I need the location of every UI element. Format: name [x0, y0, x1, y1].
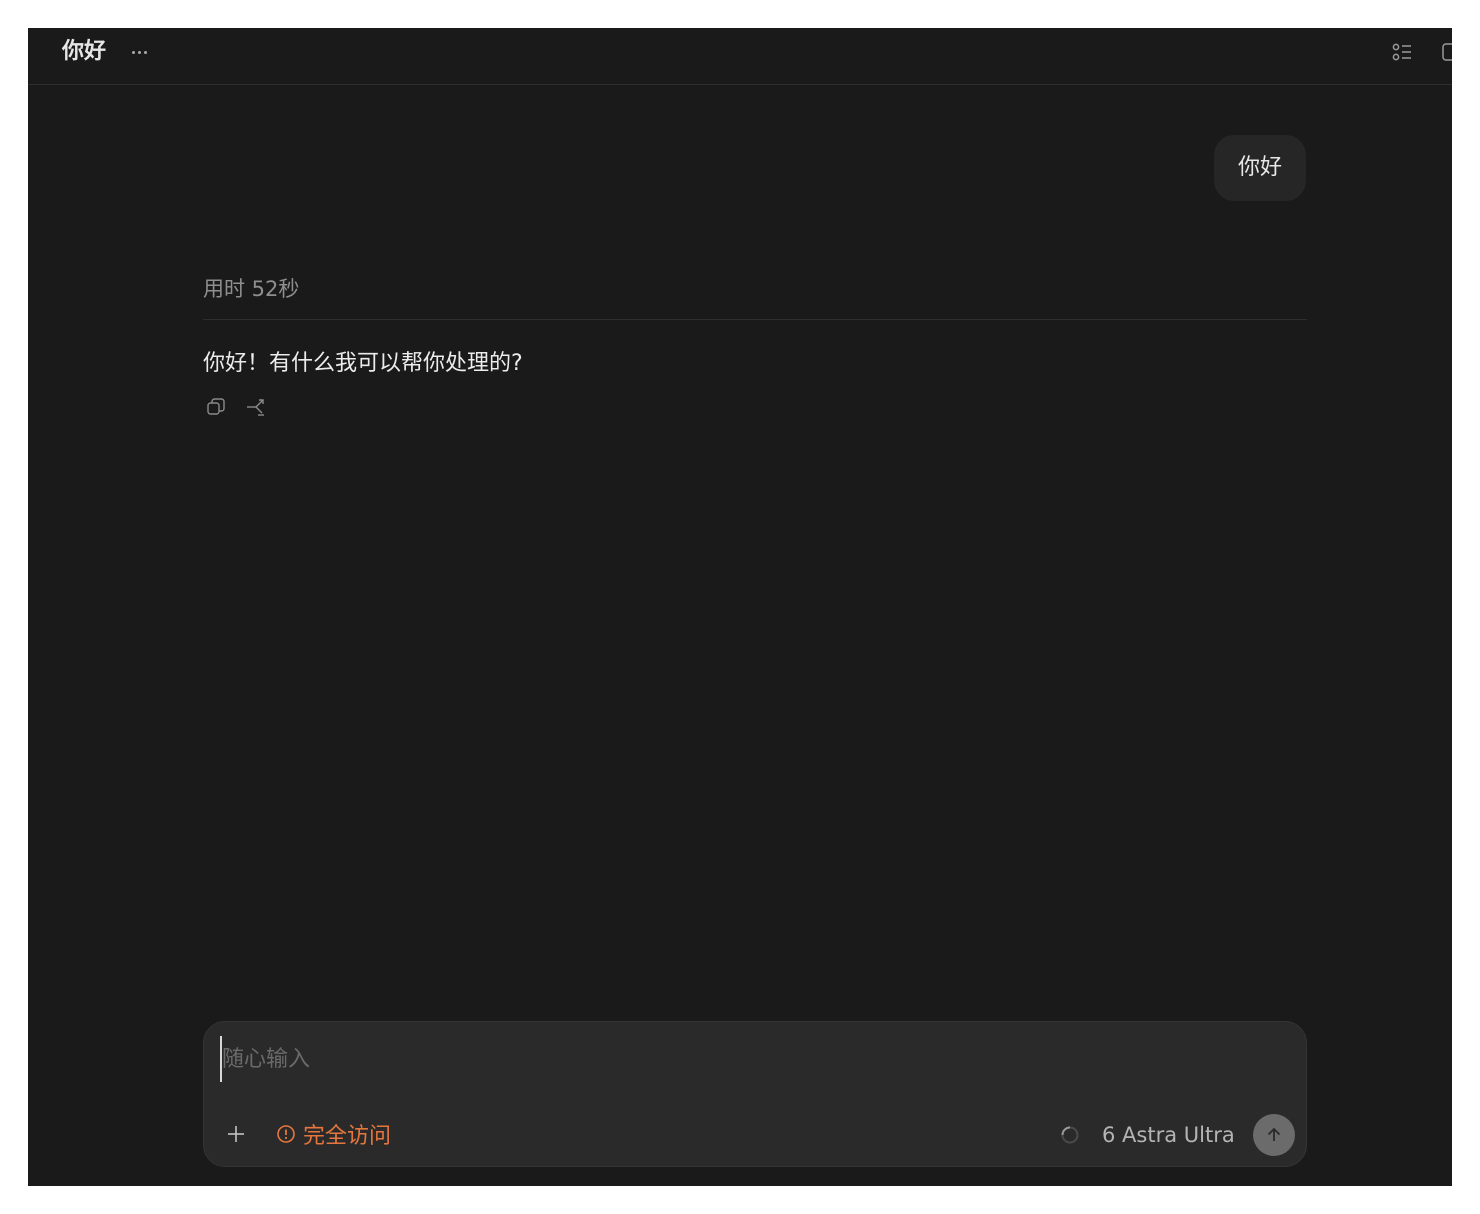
send-button[interactable] [1253, 1114, 1295, 1156]
panel-icon[interactable] [1440, 40, 1452, 64]
user-message-bubble: 你好 [1213, 135, 1306, 201]
app-window: 你好 你好 用时 52秒 你好！有什么我可以帮你处理的? 随心输入 完全访问 6… [28, 28, 1452, 1186]
add-attachment-icon[interactable] [224, 1122, 248, 1146]
response-duration[interactable]: 用时 52秒 [203, 274, 299, 304]
full-access-button[interactable]: 完全访问 [276, 1118, 391, 1150]
more-options-icon[interactable] [127, 40, 151, 64]
message-input[interactable] [220, 1036, 1284, 1082]
message-composer: 完全访问 6 Astra Ultra [203, 1021, 1307, 1167]
model-selector[interactable]: 6 Astra Ultra [1102, 1119, 1235, 1151]
header-bar: 你好 [28, 28, 1452, 85]
warning-icon [277, 1125, 295, 1143]
full-access-label: 完全访问 [303, 1124, 392, 1149]
divider [203, 319, 1307, 320]
arrow-up-icon [1267, 1127, 1281, 1141]
conversation-title: 你好 [62, 39, 107, 64]
assistant-reply: 你好！有什么我可以帮你处理的? [203, 351, 523, 376]
list-icon[interactable] [1390, 40, 1414, 64]
loading-spinner-icon [1060, 1125, 1080, 1145]
fork-icon[interactable] [245, 396, 267, 418]
copy-icon[interactable] [205, 396, 227, 418]
